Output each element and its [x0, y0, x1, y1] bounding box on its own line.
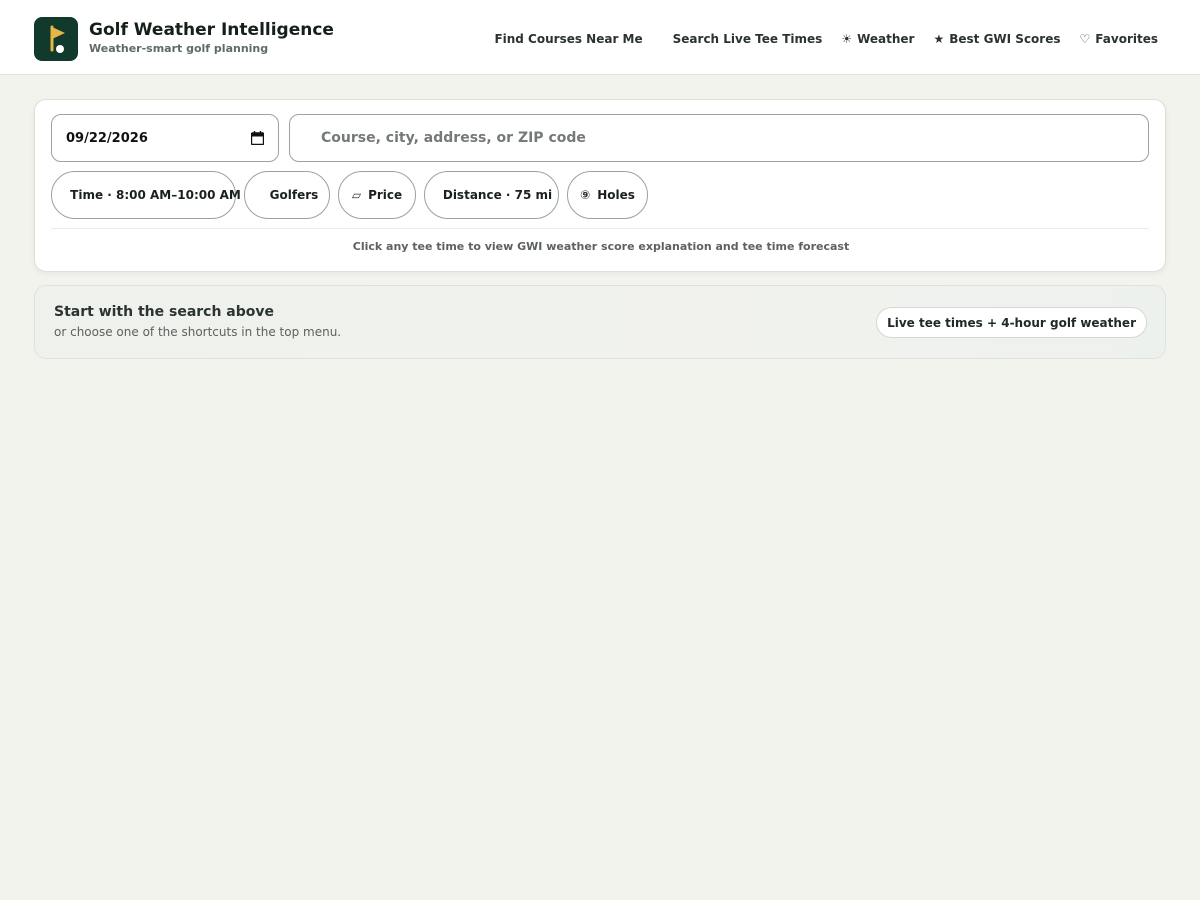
- divider: [51, 228, 1149, 229]
- sun-icon: ☀: [841, 32, 853, 46]
- distance-filter-button[interactable]: Distance · 75 mi: [424, 171, 559, 219]
- nav-find-courses[interactable]: Find Courses Near Me: [494, 32, 642, 46]
- location-search-input[interactable]: [289, 114, 1149, 162]
- nav-search-tee-times[interactable]: Search Live Tee Times: [673, 32, 823, 46]
- search-panel: 09/22/2026 Time · 8:00 AM–10:00 AM Golfe…: [34, 99, 1166, 272]
- price-filter-label: Price: [368, 188, 403, 202]
- search-hint: Click any tee time to view GWI weather s…: [352, 240, 850, 253]
- app-header: Golf Weather Intelligence Weather-smart …: [0, 0, 1200, 75]
- start-subtitle: or choose one of the shortcuts in the to…: [54, 325, 342, 339]
- star-icon: ★: [933, 32, 945, 46]
- date-value: 09/22/2026: [66, 130, 148, 146]
- heart-icon: ♡: [1079, 32, 1091, 46]
- nav-best-gwi-scores[interactable]: ★ Best GWI Scores: [933, 32, 1060, 46]
- nav-label: Favorites: [1095, 32, 1158, 46]
- app-subtitle: Weather-smart golf planning: [89, 42, 269, 55]
- start-title: Start with the search above: [54, 304, 275, 320]
- app-title: Golf Weather Intelligence: [89, 20, 334, 40]
- time-filter-label: Time · 8:00 AM–10:00 AM: [70, 188, 241, 202]
- start-banner: Start with the search above or choose on…: [34, 285, 1166, 359]
- top-nav: Find Courses Near Me Search Live Tee Tim…: [494, 30, 1158, 48]
- nav-label: Weather: [857, 32, 915, 46]
- nine-holes-icon: ⑨: [580, 188, 591, 202]
- nav-label: Best GWI Scores: [949, 32, 1061, 46]
- flag-icon[interactable]: [34, 17, 78, 61]
- nav-label: Search Live Tee Times: [672, 32, 823, 46]
- golfers-filter-button[interactable]: Golfers: [244, 171, 330, 219]
- calendar-icon[interactable]: [251, 131, 264, 145]
- filter-bar: Time · 8:00 AM–10:00 AM Golfers ▱ Price …: [51, 171, 648, 219]
- feature-badge: Live tee times + 4-hour golf weather: [876, 307, 1147, 338]
- price-tag-icon: ▱: [351, 188, 362, 202]
- distance-filter-label: Distance · 75 mi: [442, 188, 553, 202]
- nav-weather[interactable]: ☀ Weather: [841, 32, 914, 46]
- time-filter-button[interactable]: Time · 8:00 AM–10:00 AM: [51, 171, 241, 219]
- date-picker[interactable]: 09/22/2026: [51, 114, 279, 162]
- price-filter-button[interactable]: ▱ Price: [338, 171, 416, 219]
- nav-label: Find Courses Near Me: [494, 32, 643, 46]
- holes-filter-label: Holes: [597, 188, 635, 202]
- golfers-filter-label: Golfers: [269, 188, 319, 202]
- holes-filter-button[interactable]: ⑨ Holes: [567, 171, 648, 219]
- nav-favorites[interactable]: ♡ Favorites: [1080, 32, 1158, 46]
